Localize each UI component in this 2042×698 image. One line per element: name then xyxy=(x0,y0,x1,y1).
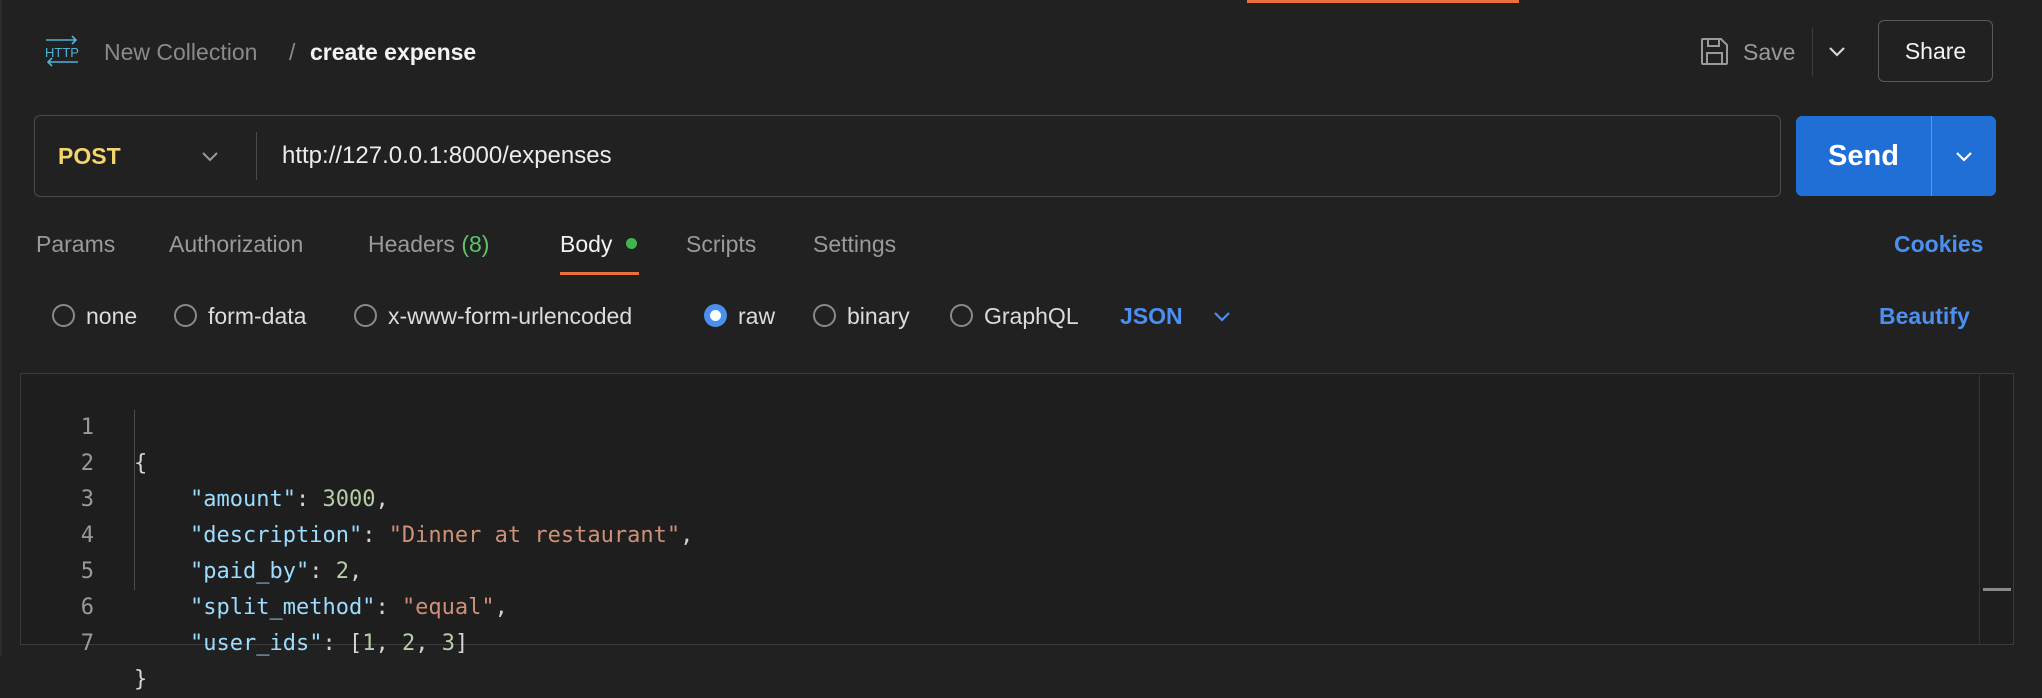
tab-body[interactable]: Body xyxy=(560,230,612,258)
save-button[interactable]: Save xyxy=(1743,38,1795,66)
raw-format-select[interactable]: JSON xyxy=(1120,302,1183,330)
code-text: "split_method": "equal", xyxy=(190,595,508,620)
json-array-item: 1 xyxy=(362,631,376,656)
json-key: "split_method" xyxy=(190,595,376,620)
line-number: 2 xyxy=(80,451,94,476)
radio-label-form-data[interactable]: form-data xyxy=(208,302,306,330)
chevron-down-icon xyxy=(1956,152,1972,162)
radio-label-urlencoded[interactable]: x-www-form-urlencoded xyxy=(388,302,632,330)
editor-scrollbar[interactable] xyxy=(1979,374,2014,644)
editor-scroll-thumb[interactable] xyxy=(1983,588,2011,591)
json-value: "Dinner at restaurant" xyxy=(388,523,681,548)
floppy-disk-icon[interactable] xyxy=(1699,36,1730,67)
json-key: "user_ids" xyxy=(190,631,323,656)
request-name[interactable]: create expense xyxy=(310,38,476,66)
radio-label-graphql[interactable]: GraphQL xyxy=(984,302,1079,330)
radio-form-data[interactable] xyxy=(174,304,197,327)
tab-authorization[interactable]: Authorization xyxy=(169,230,303,258)
breadcrumb-collection[interactable]: New Collection xyxy=(104,38,257,66)
json-comma: , xyxy=(494,595,508,620)
json-key: "description" xyxy=(190,523,363,548)
tab-params[interactable]: Params xyxy=(36,230,115,258)
code-text: { xyxy=(134,446,147,482)
json-key: "paid_by" xyxy=(190,559,310,584)
json-comma: , xyxy=(680,523,694,548)
code-line: 3 "description": "Dinner at restaurant", xyxy=(0,446,694,548)
code-text: } xyxy=(134,662,147,698)
line-number: 6 xyxy=(80,595,94,620)
line-number: 4 xyxy=(80,523,94,548)
cookies-link[interactable]: Cookies xyxy=(1894,230,1983,258)
body-modified-dot xyxy=(626,238,637,249)
code-text: "paid_by": 2, xyxy=(190,559,363,584)
json-comma: , xyxy=(348,559,363,584)
radio-label-raw[interactable]: raw xyxy=(738,302,775,330)
code-text: "amount": 3000, xyxy=(190,487,389,512)
tab-body-underline xyxy=(560,272,639,275)
code-line: 1 { xyxy=(0,374,148,476)
radio-graphql[interactable] xyxy=(950,304,973,327)
breadcrumb-separator: / xyxy=(289,39,296,65)
radio-label-binary[interactable]: binary xyxy=(847,302,910,330)
json-key: "amount" xyxy=(190,487,296,512)
json-value: 2 xyxy=(335,559,349,584)
radio-none[interactable] xyxy=(52,304,75,327)
http-icon: HTTP xyxy=(45,35,79,67)
json-value: 3000 xyxy=(322,487,376,512)
url-input[interactable]: http://127.0.0.1:8000/expenses xyxy=(282,141,612,171)
code-line: 4 "paid_by": 2, xyxy=(0,482,362,584)
tab-settings[interactable]: Settings xyxy=(813,230,896,258)
radio-raw[interactable] xyxy=(704,304,727,327)
json-array-item: 2 xyxy=(401,631,416,656)
json-array-item: 3 xyxy=(441,631,455,656)
send-options-button[interactable] xyxy=(1931,116,1996,196)
tab-headers[interactable]: Headers (8) xyxy=(368,230,489,258)
radio-label-none[interactable]: none xyxy=(86,302,137,330)
json-comma: , xyxy=(375,487,389,512)
radio-urlencoded[interactable] xyxy=(354,304,377,327)
radio-binary[interactable] xyxy=(813,304,836,327)
active-tab-accent xyxy=(1247,0,1519,3)
save-divider xyxy=(1812,28,1813,76)
headers-count-badge: (8) xyxy=(461,231,490,257)
svg-text:HTTP: HTTP xyxy=(45,45,79,60)
json-brace: { xyxy=(134,451,148,476)
tab-headers-label: Headers xyxy=(368,231,455,257)
line-number: 1 xyxy=(80,415,94,440)
code-line: 6 "user_ids": [1, 2, 3] xyxy=(0,554,468,656)
indent-guide xyxy=(134,410,135,590)
send-button[interactable]: Send xyxy=(1796,116,1931,196)
chevron-down-icon[interactable] xyxy=(1211,303,1233,329)
url-divider xyxy=(256,132,257,180)
line-number: 3 xyxy=(80,487,94,512)
json-value: "equal" xyxy=(401,595,495,620)
line-number: 7 xyxy=(80,631,94,656)
share-button[interactable]: Share xyxy=(1878,20,1993,82)
tab-scripts[interactable]: Scripts xyxy=(686,230,756,258)
chevron-down-icon[interactable] xyxy=(198,144,222,168)
code-line: 2 "amount": 3000, xyxy=(0,410,389,512)
code-text: "user_ids": [1, 2, 3] xyxy=(190,631,469,656)
line-number: 5 xyxy=(80,559,94,584)
code-line: 5 "split_method": "equal", xyxy=(0,518,508,620)
chevron-down-icon[interactable] xyxy=(1825,36,1849,66)
method-select[interactable]: POST xyxy=(58,142,121,170)
code-text: "description": "Dinner at restaurant", xyxy=(190,523,694,548)
code-line: 7 } xyxy=(0,590,148,692)
beautify-button[interactable]: Beautify xyxy=(1879,302,1970,330)
json-brace: } xyxy=(134,667,148,692)
